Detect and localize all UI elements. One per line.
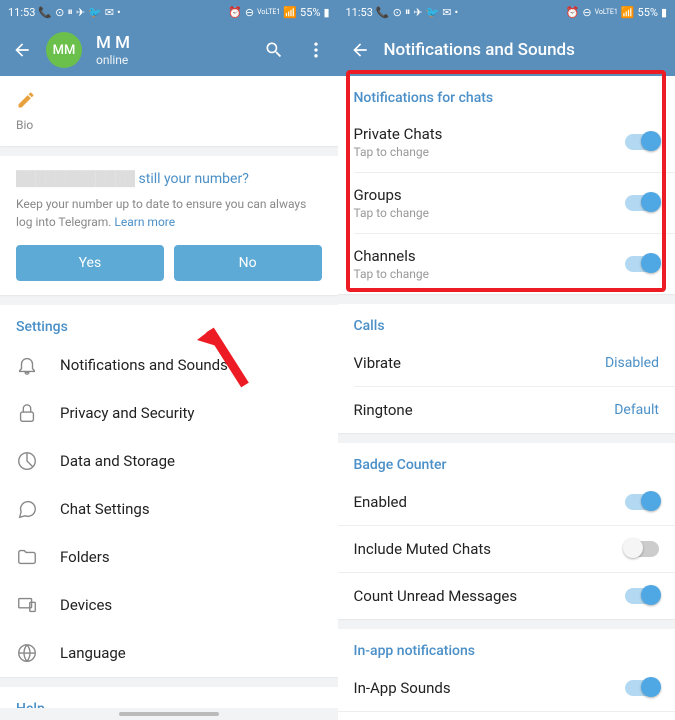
inapp-vibrate[interactable]: In-App Vibrate [338,712,675,720]
badge-unread[interactable]: Count Unread Messages [338,573,675,619]
back-icon[interactable] [12,40,32,60]
volte-icon: VoLTE1 [595,8,618,16]
lock-icon [16,402,38,424]
nav-bar [0,708,338,720]
badge-section: Badge Counter Enabled Include Muted Chat… [338,443,675,619]
battery-pct: 55% [638,6,658,19]
alarm-icon: ⏰ [566,6,580,19]
devices-icon [16,594,38,616]
whatsapp-icon: ⊙ [393,6,402,19]
notif-private[interactable]: Private ChatsTap to change [338,112,675,172]
badge-muted[interactable]: Include Muted Chats [338,526,675,572]
contact-status: online [96,53,242,67]
pause-icon: ⏸ [405,5,411,19]
badge-title: Badge Counter [338,443,675,479]
dnd-icon: ⊖ [245,6,254,19]
status-bar: 11:53 📞 ⊙ ⏸ ✈ 🐦 ✉ • ⏰ ⊖ VoLTE1 📶 55% ▮ [0,0,338,24]
more-icon: • [117,6,121,19]
search-icon[interactable] [264,40,284,60]
yes-button[interactable]: Yes [16,245,164,281]
pie-icon [16,450,38,472]
status-time: 11:53 [8,6,35,19]
settings-data[interactable]: Data and Storage [0,437,338,485]
number-question: ████████████ still your number? [16,170,322,187]
folder-icon [16,546,38,568]
toolbar: Notifications and Sounds [338,24,675,76]
toggle[interactable] [625,680,659,696]
help-title: Help [0,687,338,708]
toggle[interactable] [625,134,659,150]
chat-icon [16,498,38,520]
notif-groups[interactable]: GroupsTap to change [338,173,675,233]
notif-title: Notifications for chats [338,76,675,112]
settings-chat[interactable]: Chat Settings [0,485,338,533]
toggle[interactable] [625,195,659,211]
status-bar: 11:53 📞 ⊙ ⏸ ✈ 🐦 ✉ • ⏰ ⊖ VoLTE1 📶 55% ▮ [338,0,675,24]
battery-icon: ▮ [323,6,329,19]
battery-icon: ▮ [661,6,667,19]
battery-pct: 55% [300,6,320,19]
settings-privacy[interactable]: Privacy and Security [0,389,338,437]
page-title: Notifications and Sounds [384,40,575,60]
number-desc: Keep your number up to date to ensure yo… [16,195,322,231]
badge-enabled[interactable]: Enabled [338,479,675,525]
toggle[interactable] [625,541,659,557]
pencil-icon [16,90,36,110]
status-time: 11:53 [346,6,373,19]
inapp-section: In-app notifications In-App Sounds In-Ap… [338,629,675,720]
bell-icon [16,354,38,376]
number-card: ████████████ still your number? Keep you… [0,156,338,295]
more-icon[interactable] [306,40,326,60]
toolbar: MM M M online [0,24,338,76]
back-icon[interactable] [350,40,370,60]
settings-devices[interactable]: Devices [0,581,338,629]
bio-label: Bio [16,118,322,132]
settings-title: Settings [0,305,338,341]
settings-section: Settings Notifications and Sounds Privac… [0,305,338,677]
notif-channels[interactable]: ChannelsTap to change [338,234,675,294]
twitter-icon: 🐦 [426,6,440,19]
calls-vibrate[interactable]: Vibrate Disabled [338,340,675,386]
settings-language[interactable]: Language [0,629,338,677]
volte-icon: VoLTE1 [257,8,280,16]
avatar[interactable]: MM [46,32,82,68]
toggle[interactable] [625,256,659,272]
inapp-sounds[interactable]: In-App Sounds [338,665,675,711]
calls-section: Calls Vibrate Disabled Ringtone Default [338,304,675,433]
phone-right: 11:53 📞 ⊙ ⏸ ✈ 🐦 ✉ • ⏰ ⊖ VoLTE1 📶 55% ▮ N… [338,0,675,720]
phone-icon: 📞 [38,6,52,19]
settings-notifications[interactable]: Notifications and Sounds [0,341,338,389]
toggle[interactable] [625,494,659,510]
inapp-title: In-app notifications [338,629,675,665]
telegram-icon: ✈ [76,6,85,19]
mail-icon: ✉ [442,6,451,19]
twitter-icon: 🐦 [88,6,102,19]
phone-icon: 📞 [376,6,390,19]
dnd-icon: ⊖ [582,6,591,19]
pause-icon: ⏸ [67,5,73,19]
globe-icon [16,642,38,664]
telegram-icon: ✈ [413,6,422,19]
calls-ringtone[interactable]: Ringtone Default [338,387,675,433]
toggle[interactable] [625,588,659,604]
contact-name: M M [96,33,242,53]
help-section: Help Ask a Question Telegram FAQ [0,687,338,708]
mail-icon: ✉ [105,6,114,19]
settings-folders[interactable]: Folders [0,533,338,581]
whatsapp-icon: ⊙ [55,6,64,19]
signal-icon: 📶 [283,6,297,19]
learn-more-link[interactable]: Learn more [114,215,175,229]
bio-card[interactable]: Bio [0,76,338,146]
signal-icon: 📶 [621,6,635,19]
notif-section: Notifications for chats Private ChatsTap… [338,76,675,294]
more-icon: • [454,6,458,19]
phone-left: 11:53 📞 ⊙ ⏸ ✈ 🐦 ✉ • ⏰ ⊖ VoLTE1 📶 55% ▮ M… [0,0,338,720]
no-button[interactable]: No [174,245,322,281]
alarm-icon: ⏰ [228,6,242,19]
calls-title: Calls [338,304,675,340]
